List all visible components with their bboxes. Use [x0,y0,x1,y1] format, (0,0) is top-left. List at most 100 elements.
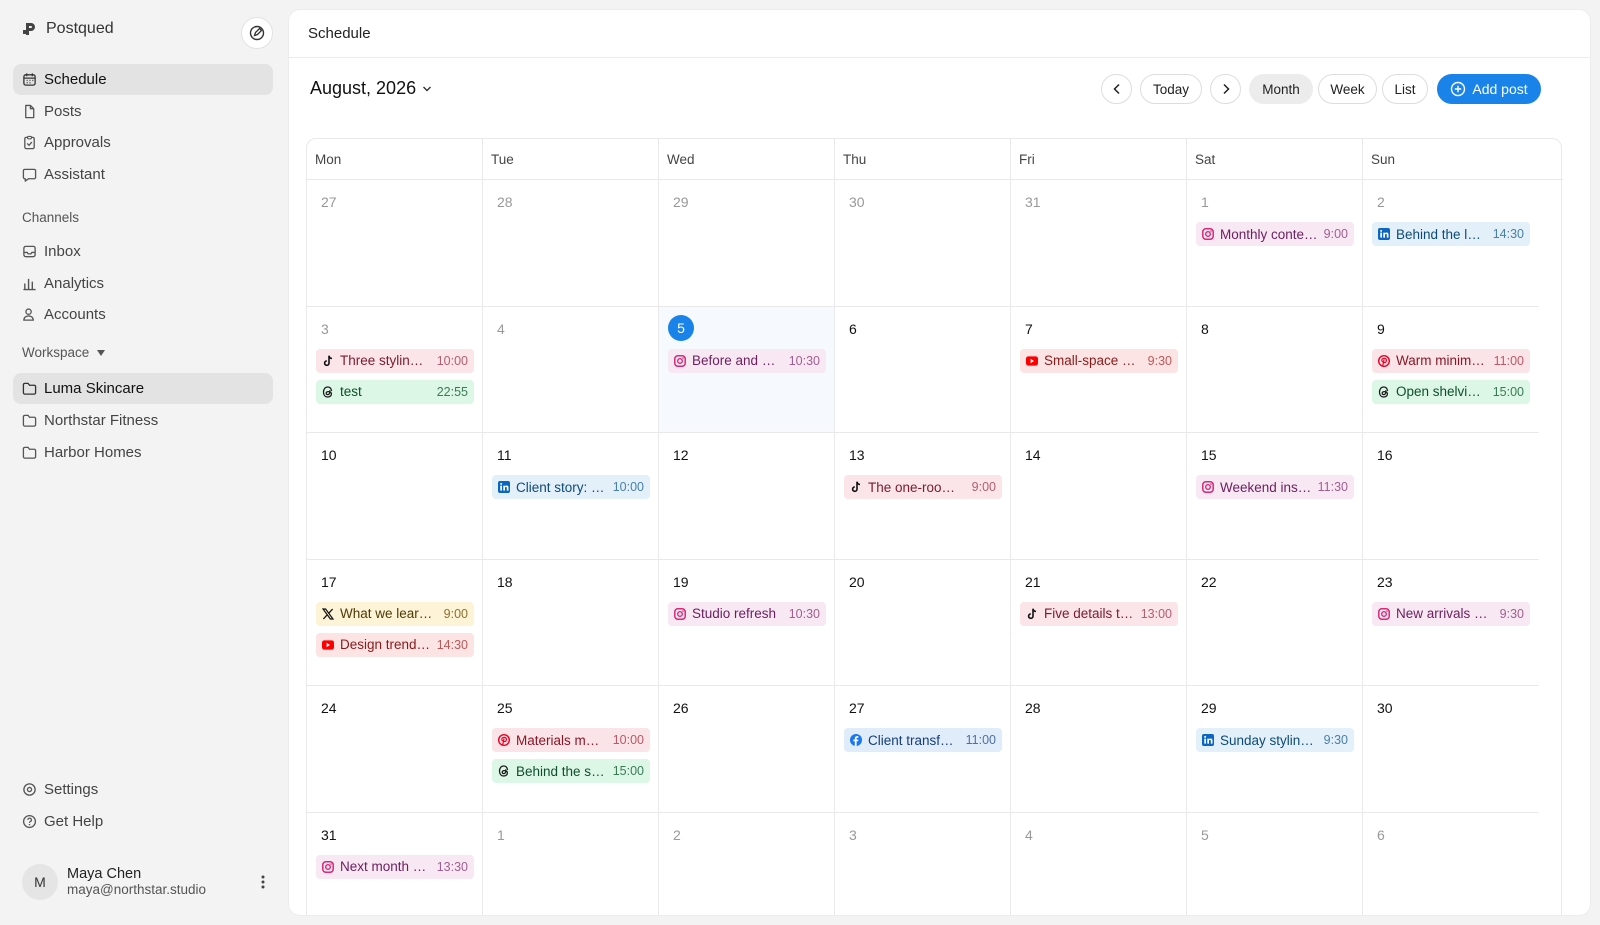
view-week-button[interactable]: Week [1318,74,1377,104]
day-cell[interactable]: 24 [307,686,483,813]
weekday-label-fri: Fri [1011,139,1187,180]
post-event[interactable]: Studio refresh 10:30 [668,601,826,626]
post-event[interactable]: New arrivals preview 9:30 [1372,601,1530,626]
facebook-icon [850,734,862,746]
day-cell[interactable]: 17 What we learned this week 9:00 Design tr… [307,559,483,686]
day-cell[interactable]: 28 [483,180,659,307]
day-cell[interactable]: 18 [483,559,659,686]
nav-item-assistant[interactable]: Assistant [13,159,273,190]
day-cell[interactable]: 30 [1363,686,1539,813]
day-cell[interactable]: 29 [659,180,835,307]
day-cell[interactable]: 22 [1187,559,1363,686]
day-cell[interactable]: 14 [1011,433,1187,560]
day-cell[interactable]: 11Client story: a fresh start 10:00 [483,433,659,560]
compose-button[interactable] [241,17,273,49]
day-cell[interactable]: 2 [659,812,835,915]
day-cell[interactable]: 25Materials moodboard 10:00 Behind the sce… [483,686,659,813]
nav-item-get-help[interactable]: Get Help [13,806,273,837]
month-picker[interactable]: August, 2026 [310,78,432,99]
nav-item-posts[interactable]: Posts [13,96,273,127]
post-event[interactable]: Five details that matter 13:00 [1020,601,1178,626]
day-cell[interactable]: 31 Next month preview 13:30 [307,812,483,915]
nav-item-settings[interactable]: Settings [13,774,273,805]
nav-item-inbox[interactable]: Inbox [13,236,273,267]
linkedin-icon [498,481,510,493]
post-event[interactable]: Client story: a fresh start 10:00 [492,475,650,499]
prev-month-button[interactable] [1101,74,1132,104]
day-cell[interactable]: 7 Small-space makeover 9:30 [1011,306,1187,433]
view-month-button[interactable]: Month [1249,74,1313,104]
add-post-button[interactable]: Add post [1437,74,1541,104]
post-event[interactable]: Monthly content calendar 9:00 [1196,222,1354,246]
day-cell[interactable]: 13The one-room refresh 9:00 [835,433,1011,560]
day-cell[interactable]: 16 [1363,433,1539,560]
day-cell[interactable]: 3 Three styling tips 10:00 test 22:55 [307,306,483,433]
nav-item-accounts[interactable]: Accounts [13,299,273,330]
today-button[interactable]: Today [1140,74,1202,104]
day-cell[interactable]: 4 [1011,812,1187,915]
post-event[interactable]: Before and after 10:30 [668,348,826,373]
user-email: maya@northstar.studio [67,882,207,897]
kebab-menu-icon [261,875,265,889]
day-cell[interactable]: 30 [835,180,1011,307]
more-options-button[interactable] [255,872,271,892]
day-cell[interactable]: 21 Five details that matter 13:00 [1011,559,1187,686]
day-cell[interactable]: 10 [307,433,483,560]
post-event[interactable]: Behind the lens 14:30 [1372,222,1530,246]
nav-item-label: Analytics [44,275,105,292]
day-cell[interactable]: 26 [659,686,835,813]
post-event[interactable]: Next month preview 13:30 [316,854,474,879]
post-event[interactable]: Design trends 2026 14:30 [316,632,474,657]
post-event[interactable]: test 22:55 [316,379,474,404]
day-cell[interactable]: 1 [483,812,659,915]
nav-item-label: Schedule [44,71,107,88]
day-cell[interactable]: 12 [659,433,835,560]
post-event[interactable]: Small-space makeover 9:30 [1020,348,1178,373]
post-event[interactable]: Open shelving ideas 15:00 [1372,379,1530,404]
day-cell[interactable]: 6 [835,306,1011,433]
day-cell[interactable]: 27 [307,180,483,307]
day-cell[interactable]: 8 [1187,306,1363,433]
brand[interactable]: Postqued [22,20,114,38]
post-event[interactable]: The one-room refresh 9:00 [844,475,1002,499]
day-cell[interactable]: 4 [483,306,659,433]
post-event[interactable]: Three styling tips 10:00 [316,348,474,373]
user-menu[interactable]: M Maya Chen maya@northstar.studio [22,862,277,902]
post-event[interactable]: Materials moodboard 10:00 [492,728,650,752]
day-cell[interactable]: 23 New arrivals preview 9:30 [1363,560,1539,686]
post-event[interactable]: Behind the scenes 15:00 [492,759,650,783]
day-cell[interactable]: 9 Warm minimalism 11:00 Open shelving ideas… [1363,307,1539,433]
workspace-item-northstar-fitness[interactable]: Northstar Fitness [13,405,273,436]
workspace-section-label[interactable]: Workspace [22,345,106,360]
nav-item-schedule[interactable]: Schedule [13,64,273,95]
day-cell[interactable]: 3 [835,812,1011,915]
post-event[interactable]: Client transformation 11:00 [844,728,1002,752]
post-event[interactable]: Sunday styling notes 9:30 [1196,728,1354,752]
workspace-item-luma-skincare[interactable]: Luma Skincare [13,373,273,404]
post-title: Three styling tips [340,353,431,368]
day-cell[interactable]: 19 Studio refresh 10:30 [659,559,835,686]
day-cell[interactable]: 1 Monthly content calendar 9:00 [1187,180,1363,307]
day-cell[interactable]: 5 Before and after 10:30 [659,306,835,433]
users-icon [23,308,34,321]
day-cell[interactable]: 29Sunday styling notes 9:30 [1187,686,1363,813]
post-title: Open shelving ideas [1396,384,1487,399]
post-event[interactable]: What we learned this week 9:00 [316,601,474,626]
post-event[interactable]: Warm minimalism 11:00 [1372,348,1530,373]
nav-item-analytics[interactable]: Analytics [13,268,273,299]
post-event[interactable]: Weekend inspiration 11:30 [1196,475,1354,499]
month-calendar: Mon Tue Wed Thu Fri Sat Sun 27 28 29 30 31 1 Monthly… [306,138,1563,916]
day-cell[interactable]: 5 [1187,812,1363,915]
day-cell[interactable]: 15Weekend inspiration 11:30 [1187,433,1363,560]
day-cell[interactable]: 27Client transformation 11:00 [835,686,1011,813]
day-cell[interactable]: 2 Behind the lens 14:30 [1363,180,1539,307]
next-month-button[interactable] [1210,74,1241,104]
day-cell[interactable]: 28 [1011,686,1187,813]
view-list-button[interactable]: List [1382,74,1428,104]
compose-icon [249,25,265,41]
nav-item-approvals[interactable]: Approvals [13,127,273,158]
workspace-item-harbor-homes[interactable]: Harbor Homes [13,437,273,468]
day-cell[interactable]: 31 [1011,180,1187,307]
day-cell[interactable]: 20 [835,559,1011,686]
day-cell[interactable]: 6 [1363,813,1539,916]
